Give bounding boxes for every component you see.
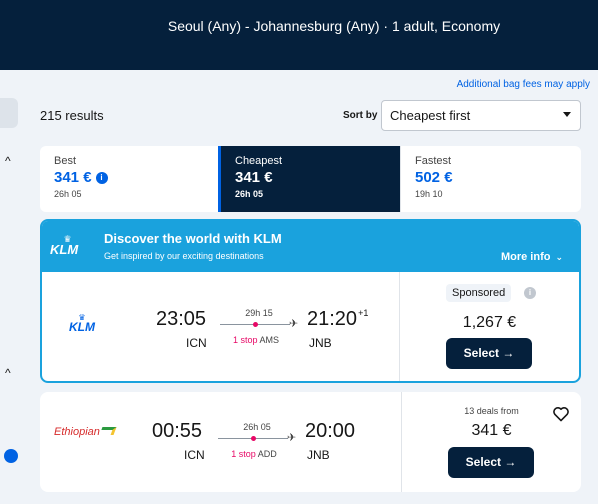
more-info-label: More info [500, 251, 551, 263]
plane-icon: ✈ [287, 432, 297, 444]
flight-duration: 26h 05 [243, 422, 271, 432]
price: 1,267 € [462, 314, 517, 331]
stop-dot [253, 322, 258, 327]
heart-icon[interactable] [552, 406, 570, 422]
info-icon[interactable]: i [95, 172, 108, 184]
select-button[interactable]: Select → [448, 447, 534, 478]
promo-banner[interactable]: ♛ KLM Discover the world with KLM Get in… [42, 221, 579, 272]
slider-handle[interactable] [4, 449, 18, 463]
plane-icon: ✈ [289, 318, 299, 330]
price-panel: 13 deals from 341 € Select → [401, 392, 581, 492]
tab-price: 502 € [415, 169, 453, 186]
promo-title: Discover the world with KLM [104, 231, 282, 246]
results-count: 215 results [40, 108, 104, 123]
flight-row[interactable]: ♛ KLM 23:05 ICN 29h 15 ✈ 1 stop AMS 21:2… [42, 272, 579, 381]
sort-select[interactable]: Cheapest first [381, 100, 581, 131]
departure-time: 23:05 [156, 308, 207, 330]
price: 341 € [471, 422, 512, 439]
tab-best[interactable]: Best 341 € i 26h 05 [40, 146, 218, 212]
more-info-button[interactable]: More info ⌄ [501, 251, 563, 263]
tab-label: Cheapest [235, 155, 283, 167]
result-card[interactable]: Ethiopian 00:55 ICN 26h 05 ✈ 1 stop ADD … [40, 392, 581, 492]
sort-by-label: Sort by [343, 110, 378, 121]
chevron-down-icon: ⌄ [555, 252, 563, 262]
chevron-up-icon[interactable]: ^ [5, 154, 11, 168]
arrival-time: 20:00 [305, 420, 356, 442]
arrival-airport: JNB [307, 448, 330, 462]
bag-fees-link[interactable]: Additional bag fees may apply [457, 79, 590, 90]
price-panel: Sponsored i 1,267 € Select → [399, 272, 579, 381]
ethiopian-airline-logo: Ethiopian [54, 426, 117, 438]
departure-time: 00:55 [152, 420, 203, 442]
tab-label: Fastest [415, 155, 452, 167]
promo-subtitle: Get inspired by our exciting destination… [104, 251, 264, 261]
klm-logo: ♛ KLM [50, 235, 84, 257]
departure-airport: ICN [186, 336, 207, 350]
tab-label: Best [54, 155, 77, 167]
chevron-up-icon[interactable]: ^ [5, 366, 11, 380]
tab-price: 341 € [235, 169, 273, 186]
tab-price: 341 € [54, 169, 92, 186]
tab-duration: 26h 05 [54, 189, 82, 199]
info-icon[interactable]: i [524, 287, 536, 299]
swoosh-icon [99, 427, 117, 435]
search-summary[interactable]: Seoul (Any) - Johannesburg (Any) · 1 adu… [0, 18, 598, 34]
sponsored-badge: Sponsored [446, 284, 512, 302]
sort-select-value: Cheapest first [390, 108, 471, 123]
caret-down-icon [563, 112, 571, 117]
tab-duration: 19h 10 [415, 189, 443, 199]
stops-info: 1 stop AMS [232, 335, 280, 345]
tab-duration: 26h 05 [235, 189, 264, 199]
day-offset: +1 [358, 308, 369, 318]
arrival-airport: JNB [309, 336, 332, 350]
stops-info: 1 stop ADD [231, 449, 277, 459]
flight-duration: 29h 15 [245, 308, 273, 318]
top-search-bar[interactable]: Seoul (Any) - Johannesburg (Any) · 1 adu… [0, 0, 598, 70]
sponsored-result-card[interactable]: ♛ KLM Discover the world with KLM Get in… [40, 219, 581, 383]
stop-dot [251, 436, 256, 441]
departure-airport: ICN [184, 448, 205, 462]
klm-airline-logo: ♛ KLM [64, 314, 100, 334]
filter-pill[interactable] [0, 98, 18, 128]
sort-tabs: Best 341 € i 26h 05 Cheapest 341 € 26h 05… [40, 146, 581, 212]
select-button[interactable]: Select → [446, 338, 532, 369]
tab-fastest[interactable]: Fastest 502 € 19h 10 [400, 146, 581, 212]
filter-sidebar: ^ ^ [0, 92, 18, 492]
arrival-time: 21:20+1 [307, 308, 369, 330]
tab-cheapest[interactable]: Cheapest 341 € 26h 05 [218, 146, 400, 212]
